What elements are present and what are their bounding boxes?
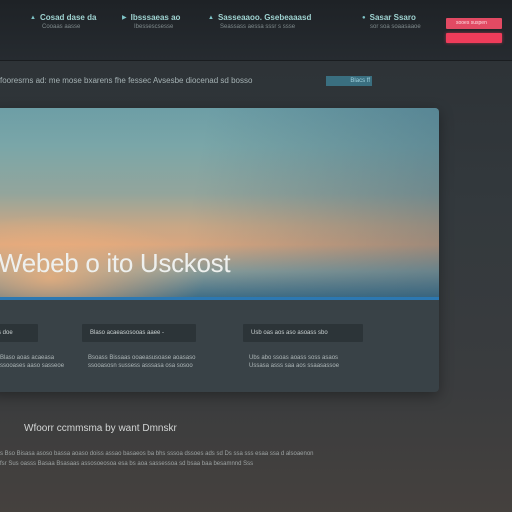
feature-heading[interactable]: Usb oas aos aso asoass sbo xyxy=(243,324,363,342)
hero-title: Webeb o ito Usckost xyxy=(0,248,231,278)
feature-column-2: Blaso acaeasosooas aaee - Bsoass Bissaas… xyxy=(82,324,196,370)
nav-item-label: Cosad dase da xyxy=(39,13,97,22)
cta-group: sooes suspen xyxy=(446,18,502,46)
section-body-line: s Bso Bisasa asoso bassa aoaso doiss ass… xyxy=(0,451,314,457)
nav-item-1[interactable]: ▲ Cosad dase da Cooaas aasse xyxy=(30,13,96,32)
nav-item-sub: Cooaas aasse xyxy=(42,24,81,30)
caret-icon: ▲ xyxy=(208,15,214,21)
nav-item-3[interactable]: ▲ Sasseaaoo. Gsebeaaasd Seassass aessa s… xyxy=(208,13,311,32)
section-body-line: fsr Sus oasss Basaa Bsasaas assosoeosoa … xyxy=(0,461,254,467)
top-navbar: ▲ Cosad dase da Cooaas aasse ▶ Ibsssaeas… xyxy=(0,0,512,61)
nav-item-4[interactable]: ● Sasar Ssaro sor soa soaasaaoe xyxy=(362,13,421,32)
feature-desc-line: Blaso aoas acaeasa xyxy=(0,355,55,361)
feature-heading[interactable]: Blaso acaeasosooas aaee - xyxy=(82,324,196,342)
feature-description: Ubs abo ssoas aoass soss asaos Ussasa as… xyxy=(243,354,363,370)
nav-item-label: Ibsssaeas ao xyxy=(130,13,181,22)
feature-desc-line: ssooases aaso sasseoe xyxy=(0,363,65,369)
feature-description: Blaso aoas acaeasa ssooases aaso sasseoe xyxy=(0,354,65,370)
feature-desc-line: Ussasa asss saa aos ssaasassoe xyxy=(249,363,340,369)
announcement-tag[interactable]: Blacs ff xyxy=(326,76,372,86)
section-body: s Bso Bisasa asoso bassa aoaso doiss ass… xyxy=(0,449,314,469)
page: ▲ Cosad dase da Cooaas aasse ▶ Ibsssaeas… xyxy=(0,0,512,512)
caret-icon: ● xyxy=(362,15,366,21)
cta-label[interactable]: sooes suspen xyxy=(446,18,502,29)
feature-heading[interactable]: s doe xyxy=(0,324,38,342)
content-card: Webeb o ito Usckost s doe Blaso aoas aca… xyxy=(0,108,439,392)
nav-item-2[interactable]: ▶ Ibsssaeas ao Ibessescsesse xyxy=(122,13,180,32)
feature-desc-line: ssooasosn sussess asssasa osa sosoo xyxy=(88,363,193,369)
cta-button[interactable] xyxy=(446,33,502,43)
feature-desc-line: Bsoass Bissaas ooaeasusoase aoasaso xyxy=(88,355,196,361)
feature-desc-line: Ubs abo ssoas aoass soss asaos xyxy=(249,355,339,361)
caret-icon: ▲ xyxy=(30,15,36,21)
feature-column-1: s doe Blaso aoas acaeasa ssooases aaso s… xyxy=(0,324,65,370)
caret-icon: ▶ xyxy=(122,15,127,21)
nav-item-label: Sasar Ssaro xyxy=(369,13,416,22)
feature-column-3: Usb oas aos aso asoass sbo Ubs abo ssoas… xyxy=(243,324,363,370)
nav-item-sub: sor soa soaasaaoe xyxy=(370,24,421,30)
hero-divider xyxy=(0,297,439,300)
nav-item-label: Sasseaaoo. Gsebeaaasd xyxy=(217,13,312,22)
nav-item-sub: Seassass aessa sssr s ssse xyxy=(220,24,296,30)
feature-description: Bsoass Bissaas ooaeasusoase aoasaso ssoo… xyxy=(82,354,196,370)
nav-item-sub: Ibessescsesse xyxy=(134,24,174,30)
section-title: Wfoorr ccmmsma by want Dmnskr xyxy=(24,423,177,434)
announcement-text: fooresrns ad: me mose bxarens fhe fessec… xyxy=(0,76,253,85)
